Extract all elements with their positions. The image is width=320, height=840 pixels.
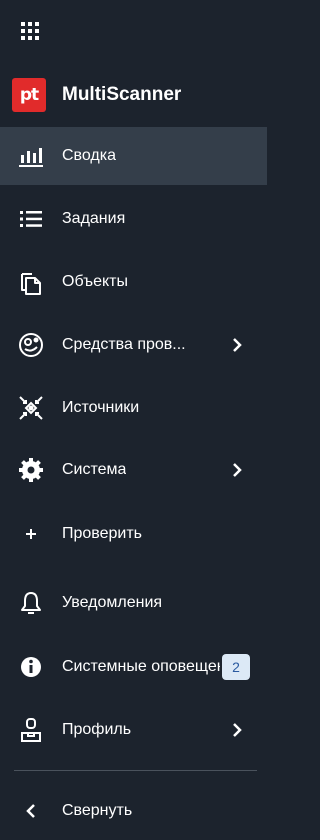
nav-label-notifications: Уведомления bbox=[62, 594, 163, 611]
nav-label-profile: Профиль bbox=[62, 721, 132, 738]
collapse-button[interactable]: Свернуть bbox=[0, 782, 267, 840]
nav-item-notifications[interactable]: Уведомления bbox=[0, 574, 267, 632]
chevron-right-icon bbox=[229, 337, 245, 353]
scan-tools-icon bbox=[17, 331, 45, 359]
alerts-count-badge: 2 bbox=[222, 654, 250, 680]
files-icon bbox=[17, 268, 45, 296]
user-icon bbox=[17, 716, 45, 744]
nav-item-profile[interactable]: Профиль bbox=[0, 701, 267, 759]
nav-label-system-alerts: Системные оповещения bbox=[62, 658, 220, 675]
nav-item-summary[interactable]: Сводка bbox=[0, 127, 267, 185]
brand[interactable]: pt MultiScanner bbox=[12, 78, 181, 112]
apps-grid-icon[interactable] bbox=[19, 20, 41, 42]
info-icon bbox=[17, 653, 45, 681]
list-icon bbox=[17, 205, 45, 233]
sources-icon bbox=[17, 394, 45, 422]
nav-label-objects: Объекты bbox=[62, 273, 128, 290]
nav-label-scan-tools: Средства пров... bbox=[62, 336, 186, 353]
nav-item-objects[interactable]: Объекты bbox=[0, 253, 267, 311]
app-name: MultiScanner bbox=[62, 84, 182, 105]
nav-item-system-alerts[interactable]: Системные оповещения 2 bbox=[0, 638, 267, 696]
plus-icon bbox=[17, 520, 45, 548]
nav-label-tasks: Задания bbox=[62, 210, 126, 227]
nav-label-summary: Сводка bbox=[62, 147, 117, 164]
nav-item-tasks[interactable]: Задания bbox=[0, 190, 267, 248]
sidebar: pt MultiScanner Сводка Задания Объекты С… bbox=[0, 0, 267, 835]
chevron-left-icon bbox=[17, 797, 45, 825]
nav-item-check[interactable]: Проверить bbox=[0, 505, 267, 563]
chevron-right-icon bbox=[229, 462, 245, 478]
pt-logo: pt bbox=[12, 78, 46, 112]
nav-item-sources[interactable]: Источники bbox=[0, 379, 267, 437]
nav-label-check: Проверить bbox=[62, 525, 143, 542]
nav-label-sources: Источники bbox=[62, 399, 140, 416]
collapse-label: Свернуть bbox=[62, 802, 133, 819]
bar-chart-icon bbox=[17, 142, 45, 170]
chevron-right-icon bbox=[229, 722, 245, 738]
bell-icon bbox=[17, 589, 45, 617]
nav-item-scan-tools[interactable]: Средства пров... bbox=[0, 316, 267, 374]
gear-icon bbox=[17, 456, 45, 484]
nav-label-system: Система bbox=[62, 461, 127, 478]
nav-item-system[interactable]: Система bbox=[0, 441, 267, 499]
divider bbox=[14, 770, 257, 771]
